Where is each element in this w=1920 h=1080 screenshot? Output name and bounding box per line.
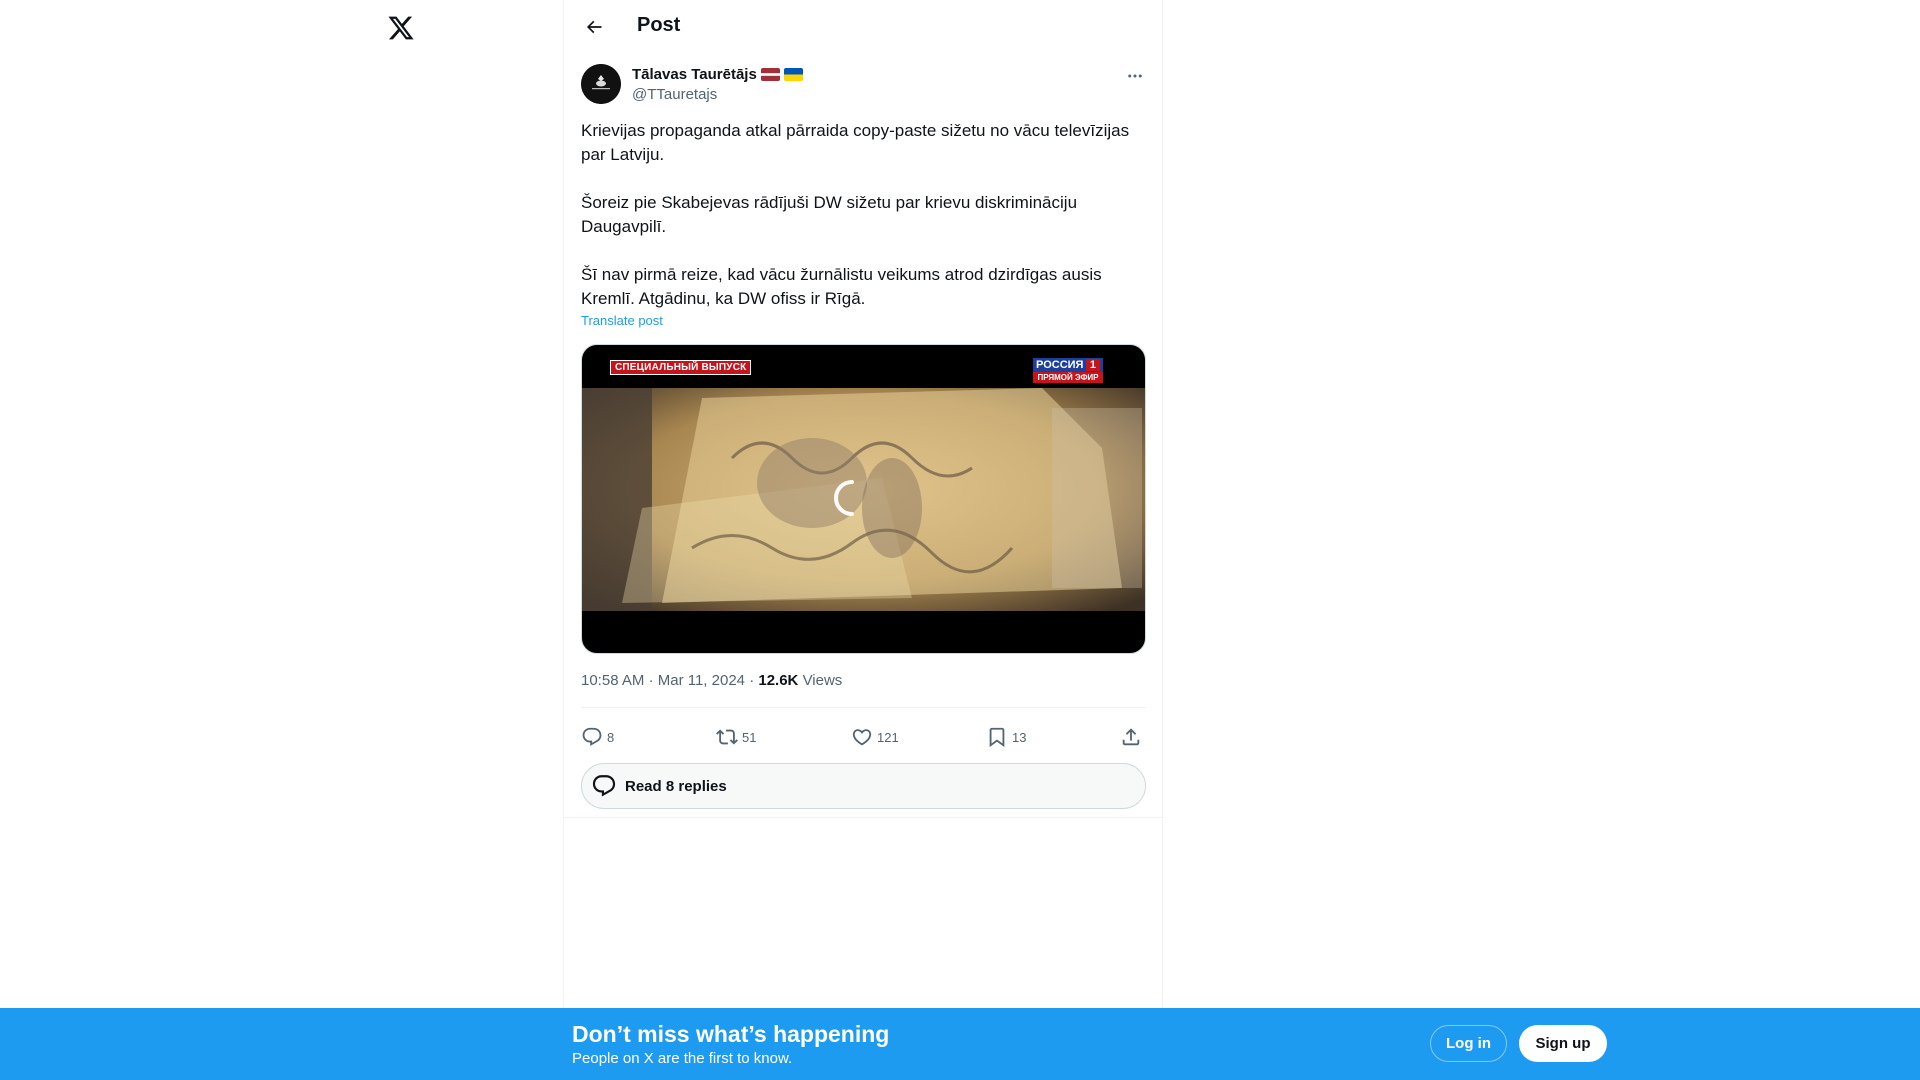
- like-button[interactable]: 121: [851, 720, 899, 754]
- repost-button[interactable]: 51: [716, 720, 756, 754]
- views-label: Views: [802, 672, 843, 689]
- post-text: Krievijas propaganda atkal pārraida copy…: [581, 119, 1146, 311]
- signup-banner: Don’t miss what’s happening People on X …: [0, 1008, 1920, 1080]
- post-time[interactable]: 10:58 AM: [581, 672, 644, 689]
- share-button[interactable]: [1120, 720, 1142, 754]
- arrow-left-icon: [586, 20, 602, 34]
- chat-bubbles-icon: [592, 775, 616, 797]
- page-title: Post: [637, 14, 681, 36]
- reply-button[interactable]: 8: [581, 720, 614, 754]
- post-date[interactable]: Mar 11, 2024: [658, 672, 745, 689]
- reply-icon: [582, 727, 602, 746]
- views-count: 12.6K: [758, 672, 799, 689]
- post-paragraph: Šoreiz pie Skabejevas rādījuši DW sižetu…: [581, 193, 1078, 236]
- divider: [581, 707, 1146, 708]
- loading-spinner-icon: [834, 480, 854, 516]
- top-bar: Post: [564, 0, 1164, 53]
- post-paragraph: Krievijas propaganda atkal pārraida copy…: [581, 121, 1130, 164]
- banner-title: Don’t miss what’s happening: [572, 1021, 890, 1047]
- bookmark-button[interactable]: 13: [986, 720, 1026, 754]
- banner-subtitle: People on X are the first to know.: [572, 1050, 793, 1067]
- divider: [564, 817, 1164, 818]
- like-count: 121: [877, 729, 899, 745]
- latvia-flag-icon: [760, 68, 780, 81]
- reply-count: 8: [607, 729, 615, 745]
- ukraine-flag-icon: [783, 68, 803, 81]
- bookmark-icon: [989, 727, 1005, 748]
- translate-post-link[interactable]: Translate post: [581, 313, 663, 328]
- channel-name: РОССИЯ: [1036, 359, 1084, 371]
- more-button[interactable]: [1124, 66, 1146, 86]
- channel-number: 1: [1085, 359, 1100, 371]
- repost-count: 51: [742, 729, 757, 745]
- back-button[interactable]: [580, 13, 608, 41]
- video-channel-badge: РОССИЯ 1 ПРЯМОЙ ЭФИР: [1033, 358, 1103, 383]
- share-icon: [1122, 728, 1140, 746]
- author-name-text: Tālavas Taurētājs: [632, 66, 757, 83]
- read-replies-button[interactable]: Read 8 replies: [581, 763, 1146, 809]
- post-paragraph: Šī nav pirmā reize, kad vācu žurnālistu …: [581, 265, 1102, 308]
- post-actions: 8 51 121 13: [581, 720, 1146, 754]
- post-meta: 10:58 AM · Mar 11, 2024 · 12.6K Views: [581, 672, 843, 689]
- login-button[interactable]: Log in: [1430, 1025, 1507, 1062]
- heart-icon: [852, 729, 872, 746]
- read-replies-label: Read 8 replies: [625, 777, 727, 795]
- video-overlay-special-label: СПЕЦИАЛЬНЫЙ ВЫПУСК: [610, 360, 752, 375]
- avatar[interactable]: [581, 64, 621, 104]
- signup-button[interactable]: Sign up: [1519, 1025, 1607, 1062]
- main-column: Post Tālavas Taurētājs @TTauretajs Kriev…: [563, 0, 1164, 1080]
- author-handle[interactable]: @TTauretajs: [632, 86, 717, 103]
- x-logo-icon[interactable]: [387, 14, 415, 42]
- channel-live-label: ПРЯМОЙ ЭФИР: [1033, 372, 1103, 383]
- author-name[interactable]: Tālavas Taurētājs: [632, 66, 803, 83]
- more-horizontal-icon: [1128, 74, 1142, 78]
- bookmark-count: 13: [1012, 729, 1027, 745]
- repost-icon: [716, 729, 738, 745]
- video-player[interactable]: СПЕЦИАЛЬНЫЙ ВЫПУСК РОССИЯ 1 ПРЯМОЙ ЭФИР: [581, 344, 1146, 654]
